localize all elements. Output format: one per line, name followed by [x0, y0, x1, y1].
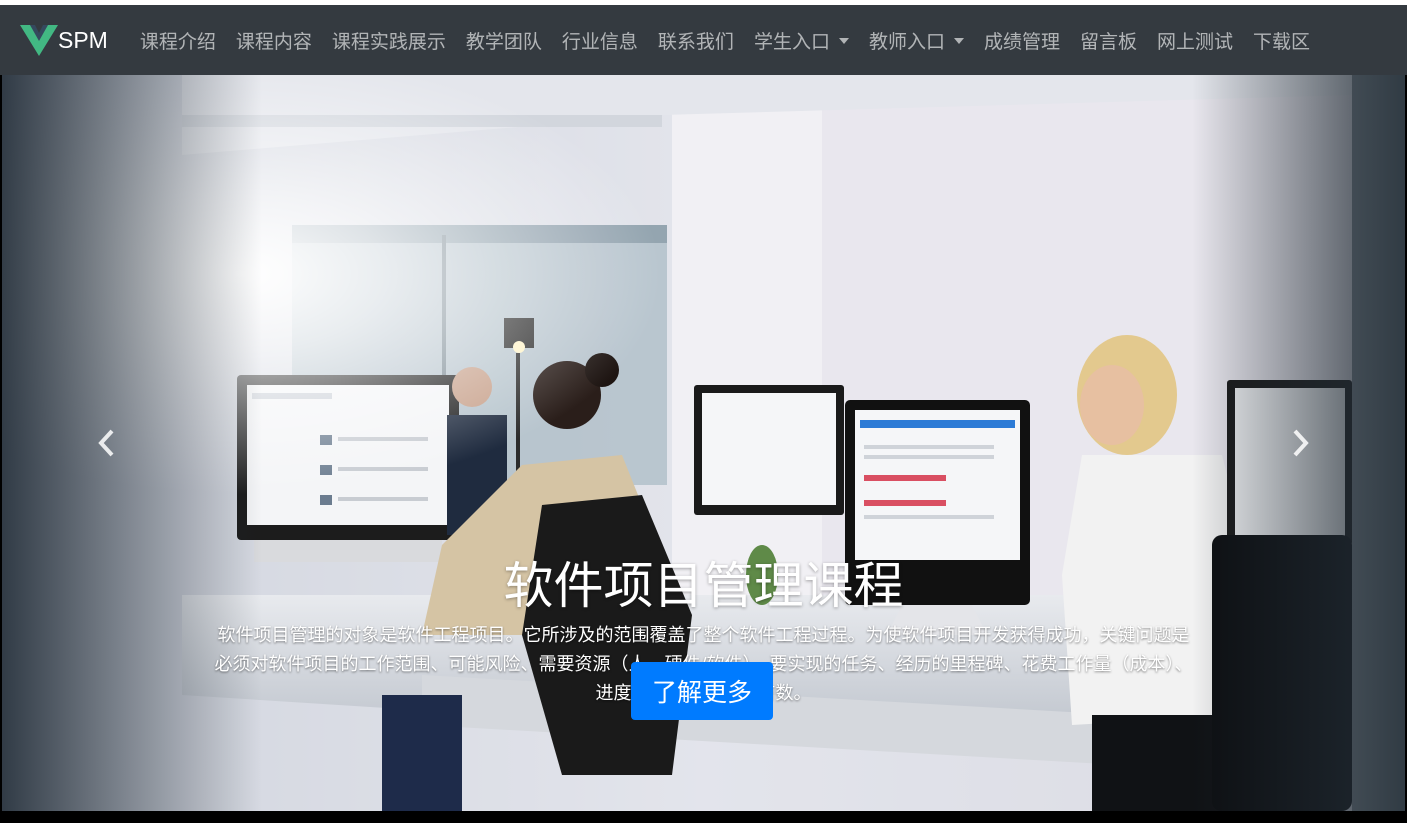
nav-item-label: 联系我们 [657, 30, 734, 53]
nav-item-label: 成绩管理 [983, 30, 1060, 53]
nav-item-label: 留言板 [1079, 30, 1137, 53]
nav-item-label: 教学团队 [465, 30, 542, 53]
nav-item-8[interactable]: 教师入口 [859, 5, 974, 75]
chevron-left-icon [98, 429, 114, 457]
carousel-prev-button[interactable] [2, 75, 212, 811]
learn-more-button[interactable]: 了解更多 [631, 662, 773, 720]
nav-item-6[interactable]: 联系我们 [648, 5, 744, 75]
brand-name: SPM [58, 26, 108, 53]
nav-item-3[interactable]: 课程实践展示 [322, 5, 456, 75]
nav-item-label: 教师入口 [868, 30, 945, 53]
nav-item-label: 行业信息 [561, 30, 638, 53]
main-nav: 课程介绍 课程内容 课程实践展示 教学团队 行业信息 联系我们 学生入口 教师入口 成绩管理 留言… [130, 5, 1320, 75]
nav-item-12[interactable]: 下载区 [1243, 5, 1320, 75]
nav-item-2[interactable]: 课程内容 [226, 5, 322, 75]
nav-item-5[interactable]: 行业信息 [552, 5, 648, 75]
chevron-right-icon [1293, 429, 1309, 457]
caret-down-icon [838, 38, 849, 44]
nav-item-1[interactable]: 课程介绍 [130, 5, 226, 75]
carousel-next-button[interactable] [1195, 75, 1405, 811]
vue-logo-icon [20, 25, 58, 56]
window-bottom-edge [0, 811, 1407, 823]
nav-item-label: 网上测试 [1157, 30, 1234, 53]
nav-item-7[interactable]: 学生入口 [744, 5, 859, 75]
nav-item-10[interactable]: 留言板 [1070, 5, 1147, 75]
caret-down-icon [953, 38, 964, 44]
nav-item-label: 课程介绍 [139, 30, 216, 53]
top-navbar: SPM 课程介绍 课程内容 课程实践展示 教学团队 行业信息 联系我们 学生入口 教师入口 成绩… [0, 5, 1407, 75]
nav-item-4[interactable]: 教学团队 [456, 5, 552, 75]
nav-item-9[interactable]: 成绩管理 [974, 5, 1070, 75]
page: SPM 课程介绍 课程内容 课程实践展示 教学团队 行业信息 联系我们 学生入口 教师入口 成绩… [0, 0, 1407, 823]
nav-item-label: 学生入口 [753, 30, 830, 53]
nav-item-label: 课程实践展示 [331, 30, 446, 53]
carousel-title: 软件项目管理课程 [503, 557, 904, 615]
nav-item-label: 下载区 [1253, 30, 1311, 53]
nav-item-11[interactable]: 网上测试 [1147, 5, 1243, 75]
nav-item-label: 课程内容 [235, 30, 312, 53]
brand-logo-link[interactable]: SPM [20, 23, 108, 57]
